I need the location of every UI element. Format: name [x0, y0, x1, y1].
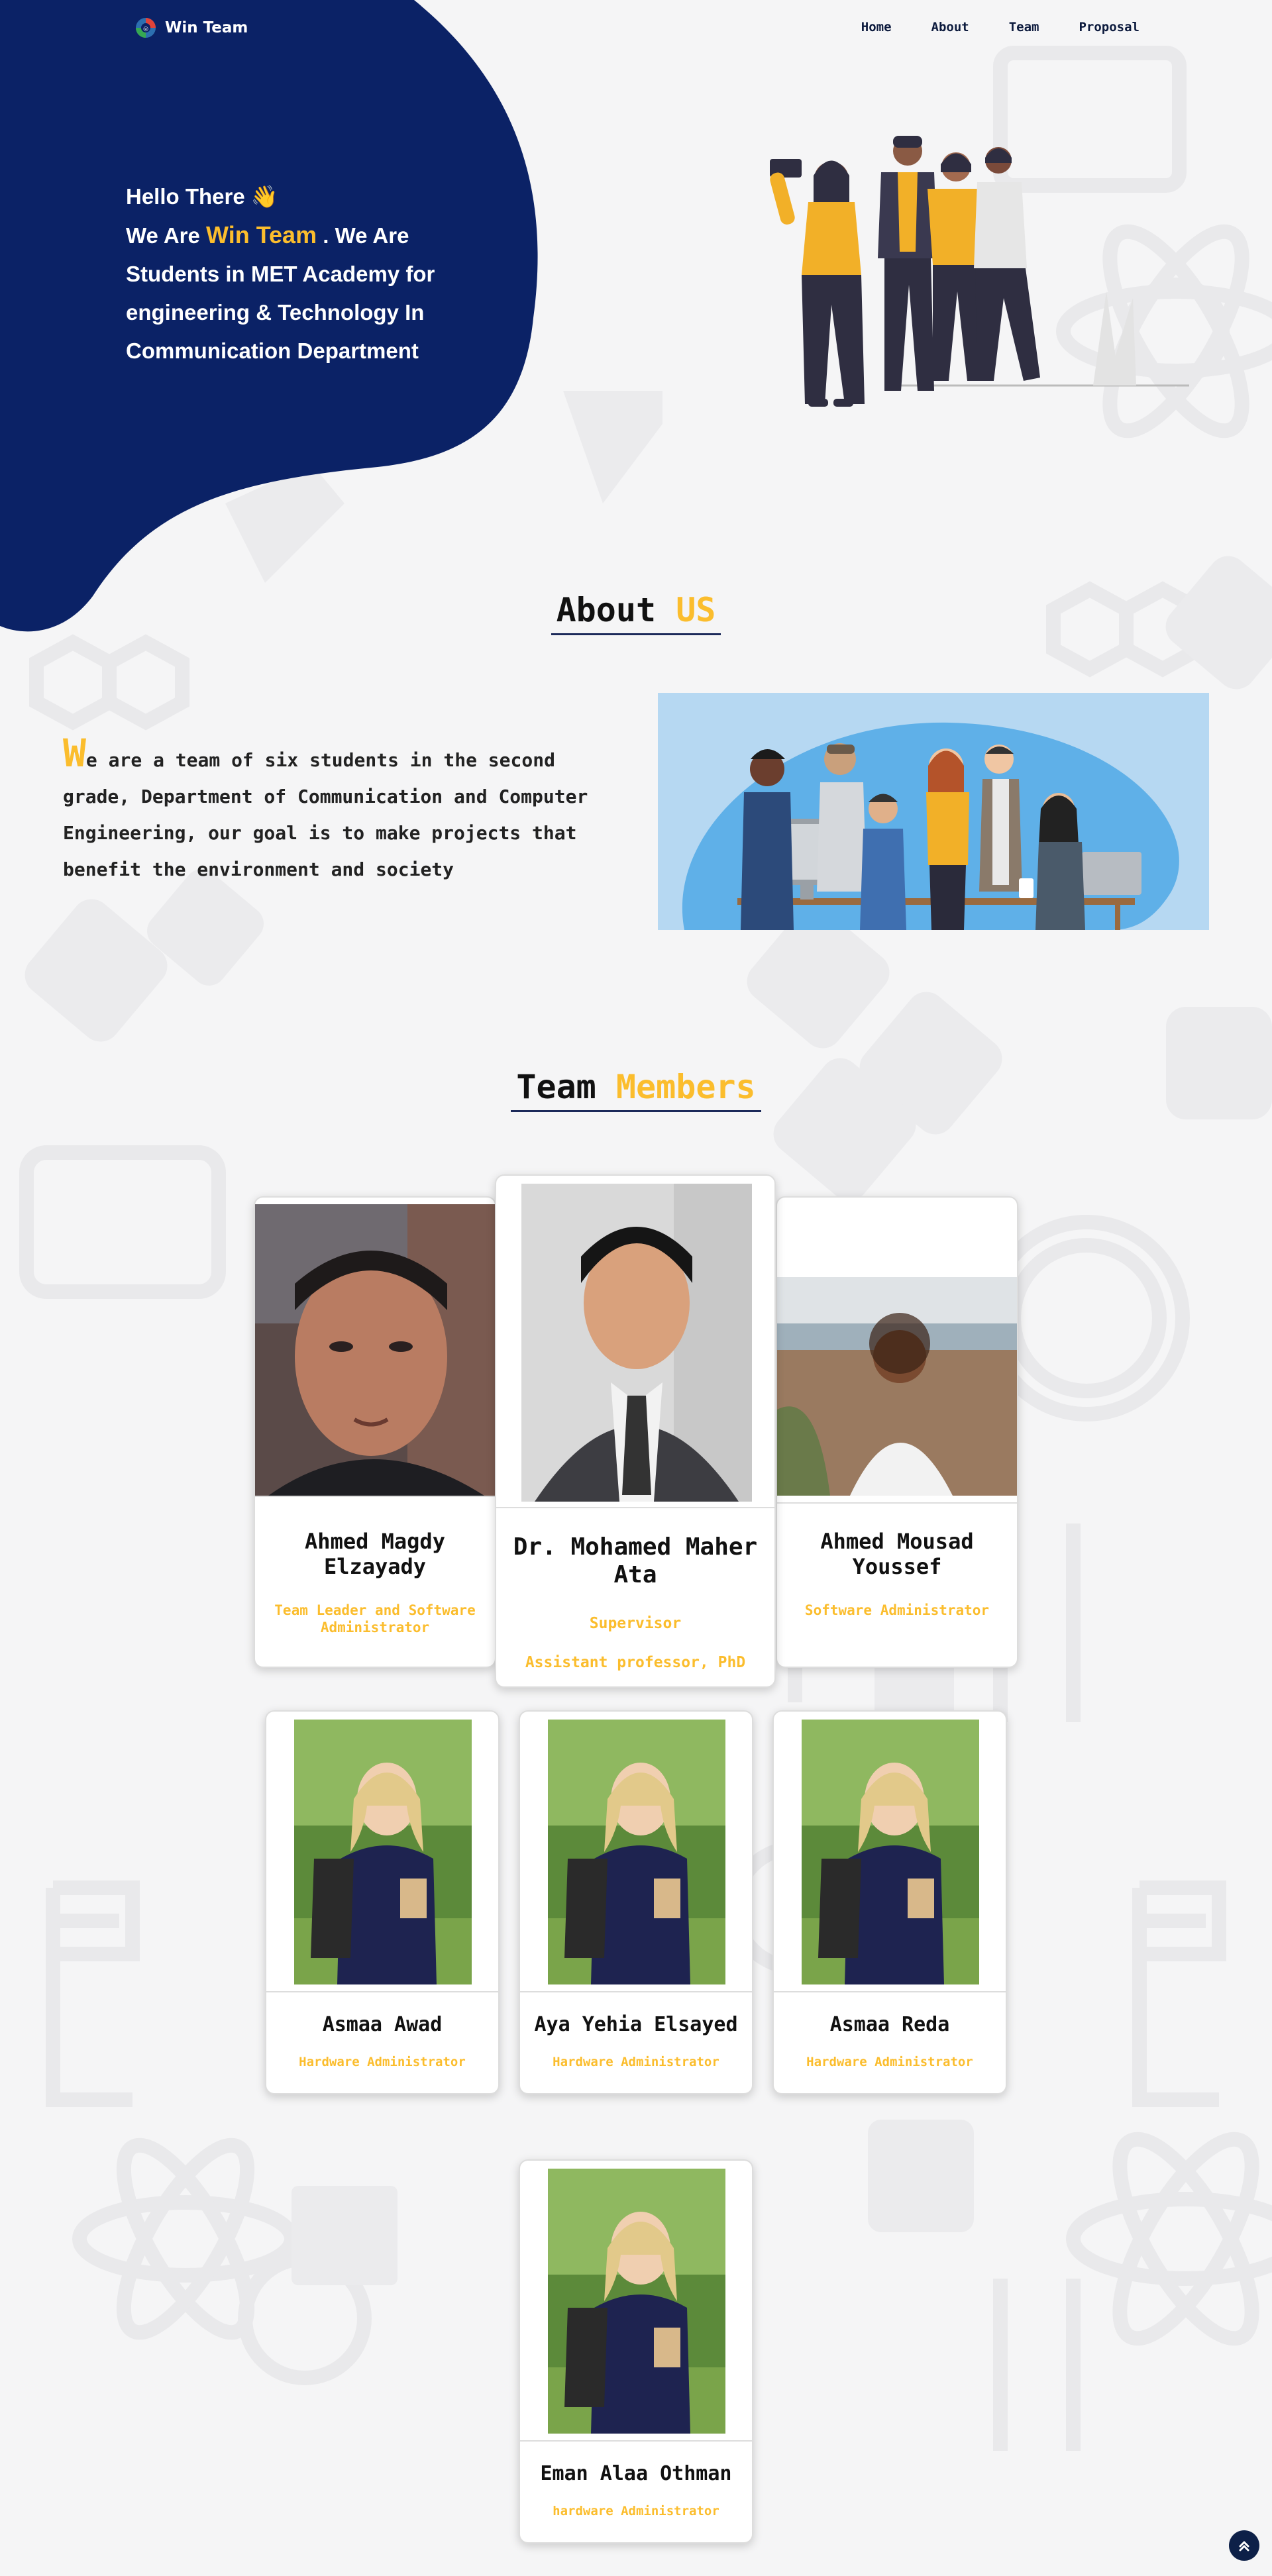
member-photo: [255, 1204, 495, 1496]
member-role: Hardware Administrator: [299, 2055, 466, 2069]
hero-we-are: We Are: [126, 223, 200, 248]
back-to-top-button[interactable]: [1229, 2530, 1259, 2561]
team-selfie-illustration: [770, 136, 1189, 407]
hero-intro: Hello There 👋 We Are Win Team . We Are S…: [126, 178, 457, 370]
member-photo: [521, 1184, 752, 1502]
member-role: Supervisor: [589, 1615, 682, 1632]
member-role: Software Administrator: [804, 1602, 990, 1618]
brand-name: Win Team: [165, 19, 248, 36]
member-card[interactable]: Ahmed Mousad Youssef Software Administra…: [776, 1196, 1018, 1668]
member-name: Asmaa Reda: [829, 2013, 950, 2036]
member-photo: [802, 1720, 979, 1984]
member-role: Hardware Administrator: [806, 2055, 973, 2069]
member-name: Dr. Mohamed Maher Ata: [513, 1533, 758, 1588]
logo-icon: ◎: [136, 18, 156, 38]
member-title: Assistant professor, PhD: [525, 1654, 746, 1671]
nav-home[interactable]: Home: [861, 20, 892, 34]
hero-line-4: engineering & Technology In: [126, 300, 425, 325]
member-role: Hardware Administrator: [553, 2055, 719, 2069]
team-at-desk-illustration: [658, 693, 1209, 930]
member-photo: [548, 2169, 725, 2434]
member-role: Team Leader and Software Administrator: [274, 1602, 476, 1635]
about-title-main: About: [556, 591, 657, 629]
chevron-double-up-icon: [1239, 2541, 1249, 2551]
team-title-accent: Members: [615, 1068, 756, 1106]
member-name: Asmaa Awad: [322, 2013, 443, 2036]
hero-greeting: Hello There: [126, 184, 245, 209]
hero-rest: . We Are: [323, 223, 409, 248]
nav-about[interactable]: About: [931, 20, 969, 34]
member-name: Ahmed Magdy Elzayady: [305, 1529, 445, 1579]
hero-line-3: Students in MET Academy for: [126, 262, 435, 286]
member-name: Eman Alaa Othman: [540, 2462, 732, 2485]
about-drop-cap: W: [63, 731, 86, 776]
member-card[interactable]: Eman Alaa Othman hardware Administrator: [519, 2159, 753, 2544]
about-body: e are a team of six students in the seco…: [63, 749, 588, 880]
hero-line-5: Communication Department: [126, 338, 419, 363]
nav-proposal[interactable]: Proposal: [1079, 20, 1140, 34]
member-card[interactable]: Asmaa Reda Hardware Administrator: [772, 1710, 1007, 2094]
svg-text:◎: ◎: [143, 26, 148, 32]
member-role: hardware Administrator: [553, 2504, 719, 2518]
member-name: Ahmed Mousad Youssef: [820, 1529, 974, 1579]
hero-team-name: Win Team: [206, 221, 317, 248]
brand-logo[interactable]: ◎ Win Team: [134, 17, 248, 39]
nav-team[interactable]: Team: [1009, 20, 1039, 34]
about-section-title: About US: [0, 591, 1272, 635]
member-card[interactable]: Aya Yehia Elsayed Hardware Administrator: [519, 1710, 753, 2094]
member-card[interactable]: Asmaa Awad Hardware Administrator: [265, 1710, 500, 2094]
member-photo: [777, 1277, 1017, 1496]
main-nav: Home About Team Proposal: [861, 20, 1140, 34]
member-name: Aya Yehia Elsayed: [534, 2013, 738, 2036]
supervisor-card[interactable]: Dr. Mohamed Maher Ata Supervisor Assista…: [495, 1174, 776, 1688]
team-section-title: Team Members: [0, 1068, 1272, 1112]
team-title-main: Team: [516, 1068, 596, 1106]
wave-icon: 👋: [250, 184, 278, 209]
member-card[interactable]: Ahmed Magdy Elzayady Team Leader and Sof…: [254, 1196, 496, 1668]
about-description: We are a team of six students in the sec…: [63, 734, 633, 888]
member-photo: [548, 1720, 725, 1984]
about-title-accent: US: [676, 591, 716, 629]
member-photo: [294, 1720, 472, 1984]
